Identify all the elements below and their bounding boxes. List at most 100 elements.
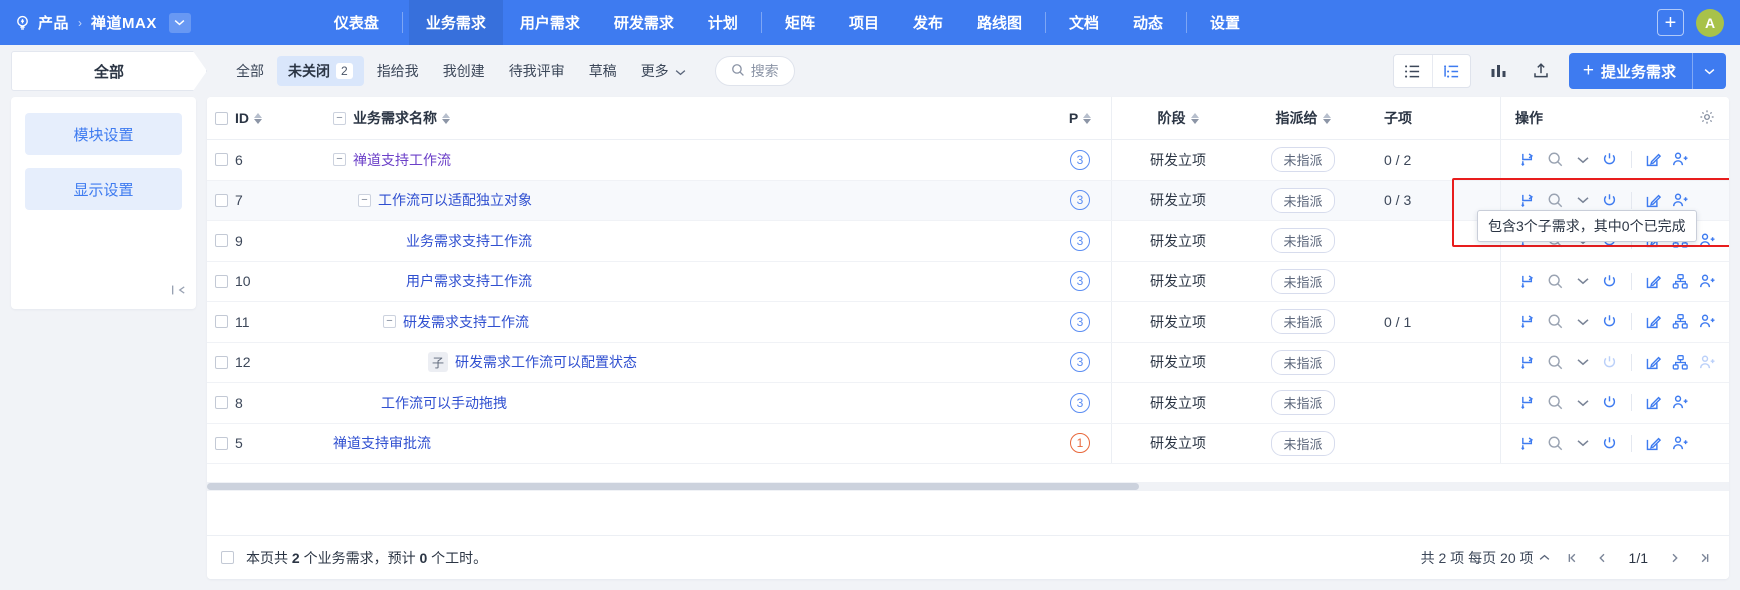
- assignee-badge[interactable]: 未指派: [1271, 147, 1334, 172]
- row-checkbox[interactable]: [215, 234, 228, 247]
- row-expander-icon[interactable]: −: [333, 153, 346, 166]
- column-header-priority[interactable]: P: [1049, 97, 1111, 139]
- power-icon[interactable]: [1596, 308, 1623, 335]
- assignee-badge[interactable]: 未指派: [1271, 350, 1334, 375]
- search-row-icon[interactable]: [1542, 268, 1569, 295]
- row-expander-icon[interactable]: −: [358, 194, 371, 207]
- table-row[interactable]: 12 子 研发需求工作流可以配置状态 3 研发立项 未指派: [207, 343, 1729, 384]
- horizontal-scrollbar-thumb[interactable]: [207, 483, 1139, 490]
- row-name-link[interactable]: 研发需求工作流可以配置状态: [455, 352, 637, 372]
- link-user-icon[interactable]: [1667, 146, 1694, 173]
- assignee-badge[interactable]: 未指派: [1271, 431, 1334, 456]
- collapse-all-expander-icon[interactable]: −: [333, 112, 346, 125]
- search-row-icon[interactable]: [1542, 430, 1569, 457]
- search-row-icon[interactable]: [1542, 308, 1569, 335]
- column-header-id[interactable]: ID: [235, 97, 293, 139]
- nav-tab-7[interactable]: 发布: [896, 0, 960, 45]
- page-prev-icon[interactable]: [1590, 545, 1616, 571]
- sort-icon-stage[interactable]: [1191, 113, 1199, 124]
- nav-tab-4[interactable]: 计划: [691, 0, 755, 45]
- sidebar-item-display-settings[interactable]: 显示设置: [25, 168, 182, 210]
- flow-icon[interactable]: [1515, 430, 1542, 457]
- flow-icon[interactable]: [1515, 268, 1542, 295]
- nav-tab-6[interactable]: 项目: [832, 0, 896, 45]
- row-name-link[interactable]: 禅道支持工作流: [353, 150, 451, 170]
- assignee-badge[interactable]: 未指派: [1271, 390, 1334, 415]
- filter-tab-draft[interactable]: 草稿: [578, 56, 628, 86]
- chevron-down-row-icon[interactable]: [1569, 146, 1596, 173]
- sidebar-item-module-settings[interactable]: 模块设置: [25, 113, 182, 155]
- row-checkbox[interactable]: [215, 356, 228, 369]
- row-name-link[interactable]: 用户需求支持工作流: [406, 271, 532, 291]
- column-header-stage[interactable]: 阶段: [1112, 97, 1244, 139]
- filter-tab-unclosed[interactable]: 未关闭 2: [277, 56, 364, 86]
- link-user-icon[interactable]: [1667, 389, 1694, 416]
- column-header-assigned[interactable]: 指派给: [1244, 97, 1362, 139]
- power-icon[interactable]: [1596, 430, 1623, 457]
- row-checkbox[interactable]: [215, 396, 228, 409]
- search-row-icon[interactable]: [1542, 349, 1569, 376]
- select-all-checkbox[interactable]: [215, 112, 228, 125]
- nav-tab-1[interactable]: 业务需求: [409, 0, 503, 45]
- assignee-badge[interactable]: 未指派: [1271, 269, 1334, 294]
- filter-tab-more[interactable]: 更多: [630, 56, 697, 86]
- table-row[interactable]: 11 − 研发需求支持工作流 3 研发立项 未指派 0 / 1: [207, 302, 1729, 343]
- chevron-down-row-icon[interactable]: [1569, 268, 1596, 295]
- horizontal-scrollbar[interactable]: [207, 482, 1729, 491]
- filter-tab-created-by-me[interactable]: 我创建: [432, 56, 496, 86]
- column-header-name[interactable]: − 业务需求名称: [293, 97, 1049, 139]
- export-icon[interactable]: [1527, 57, 1555, 85]
- chevron-down-row-icon[interactable]: [1569, 349, 1596, 376]
- table-row[interactable]: 10 用户需求支持工作流 3 研发立项 未指派: [207, 262, 1729, 303]
- link-user-icon[interactable]: [1694, 268, 1721, 295]
- pagination-perpage[interactable]: 每页 20 项: [1468, 548, 1549, 568]
- link-user-icon[interactable]: [1694, 349, 1721, 376]
- power-icon[interactable]: [1596, 146, 1623, 173]
- row-checkbox[interactable]: [215, 275, 228, 288]
- edit-icon[interactable]: [1640, 146, 1667, 173]
- sort-icon-name[interactable]: [442, 113, 450, 124]
- search-input[interactable]: 搜索: [715, 56, 795, 86]
- filter-tab-pending-review[interactable]: 待我评审: [498, 56, 576, 86]
- sort-icon-priority[interactable]: [1083, 113, 1091, 124]
- tree-view-icon[interactable]: [1432, 55, 1470, 87]
- row-expander-icon[interactable]: −: [383, 315, 396, 328]
- search-row-icon[interactable]: [1542, 389, 1569, 416]
- assignee-badge[interactable]: 未指派: [1271, 228, 1334, 253]
- row-name-link[interactable]: 禅道支持审批流: [333, 433, 431, 453]
- nav-tab-10[interactable]: 动态: [1116, 0, 1180, 45]
- sort-icon-assigned[interactable]: [1323, 113, 1331, 124]
- link-user-icon[interactable]: [1694, 227, 1721, 254]
- assignee-badge[interactable]: 未指派: [1271, 188, 1334, 213]
- flow-icon[interactable]: [1515, 146, 1542, 173]
- bar-chart-icon[interactable]: [1485, 57, 1513, 85]
- row-name-link[interactable]: 研发需求支持工作流: [403, 312, 529, 332]
- link-user-icon[interactable]: [1667, 430, 1694, 457]
- gear-icon[interactable]: [1699, 109, 1715, 128]
- table-row[interactable]: 8 工作流可以手动拖拽 3 研发立项 未指派: [207, 383, 1729, 424]
- row-name-link[interactable]: 工作流可以手动拖拽: [381, 393, 507, 413]
- row-checkbox[interactable]: [215, 315, 228, 328]
- edit-icon[interactable]: [1640, 268, 1667, 295]
- breadcrumb-root[interactable]: 产品: [38, 12, 69, 33]
- power-icon[interactable]: [1596, 268, 1623, 295]
- flow-icon[interactable]: [1515, 308, 1542, 335]
- link-user-icon[interactable]: [1694, 308, 1721, 335]
- nav-tab-11[interactable]: 设置: [1193, 0, 1257, 45]
- nav-tab-5[interactable]: 矩阵: [768, 0, 832, 45]
- edit-icon[interactable]: [1640, 349, 1667, 376]
- footer-select-all-checkbox[interactable]: [221, 551, 234, 564]
- page-first-icon[interactable]: [1560, 545, 1586, 571]
- table-row[interactable]: 5 禅道支持审批流 1 研发立项 未指派: [207, 424, 1729, 465]
- edit-icon[interactable]: [1640, 430, 1667, 457]
- nav-tab-3[interactable]: 研发需求: [597, 0, 691, 45]
- nav-tab-2[interactable]: 用户需求: [503, 0, 597, 45]
- row-name-link[interactable]: 业务需求支持工作流: [406, 231, 532, 251]
- branch-icon[interactable]: [1667, 268, 1694, 295]
- flow-icon[interactable]: [1515, 349, 1542, 376]
- global-add-button[interactable]: +: [1657, 9, 1684, 36]
- flow-icon[interactable]: [1515, 389, 1542, 416]
- nav-tab-9[interactable]: 文档: [1052, 0, 1116, 45]
- power-icon[interactable]: [1596, 389, 1623, 416]
- assignee-badge[interactable]: 未指派: [1271, 309, 1334, 334]
